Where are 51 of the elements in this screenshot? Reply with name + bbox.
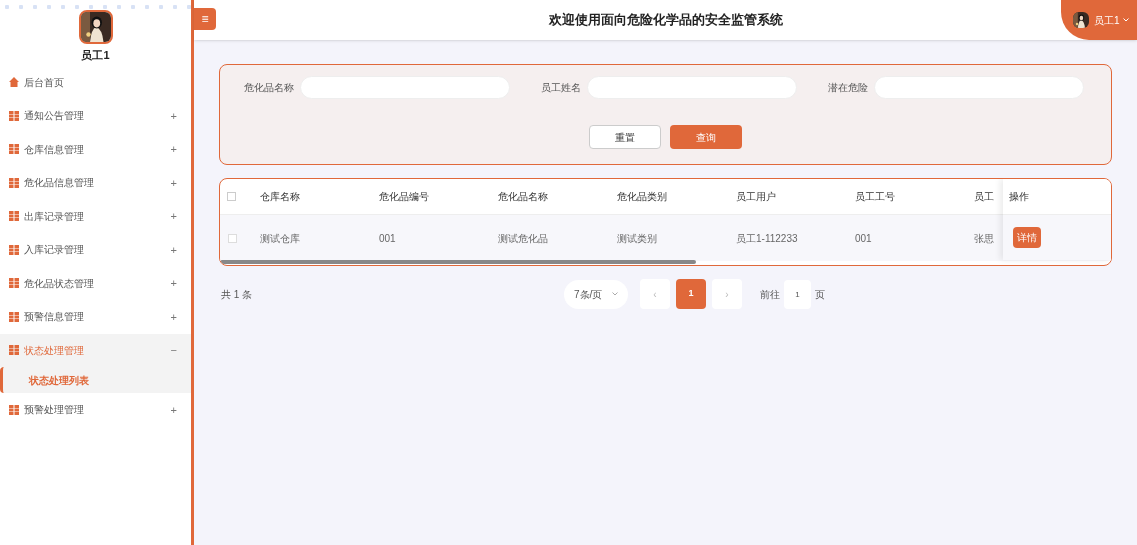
table-cell-text: 001 [379, 231, 397, 246]
column-header: 危化品名称 [498, 190, 549, 204]
sidebar-item[interactable]: 预警处理管理 + [0, 393, 191, 427]
sidebar-item[interactable]: 危化品状态管理 + [0, 266, 191, 300]
sidebar-item[interactable]: 出库记录管理 + [0, 199, 191, 233]
page-title: 欢迎使用面向危险化学品的安全监管系统 [548, 11, 783, 30]
table-cell-text: 测试危化品 [498, 231, 549, 246]
sidebar-item[interactable]: 入库记录管理 + [0, 233, 191, 267]
sidebar-item[interactable]: 危化品信息管理 + [0, 166, 191, 200]
grid-icon [9, 144, 19, 155]
table-cell-text: 测试仓库 [260, 231, 301, 246]
sidebar-item[interactable]: 通知公告管理 + [0, 99, 191, 133]
grid-icon [9, 404, 19, 415]
grid-icon [9, 278, 19, 289]
scrollbar[interactable] [220, 260, 696, 264]
field-label: 潜在危险 [828, 81, 868, 95]
sidebar-item[interactable]: 仓库信息管理 + [0, 132, 191, 166]
chevron-down-icon [1122, 18, 1129, 22]
grid-icon [9, 311, 19, 322]
grid-icon [9, 177, 19, 188]
page-size-select[interactable]: 7条/页 [564, 279, 628, 309]
grid-icon [9, 211, 19, 222]
table-cell-text: 测试类别 [617, 231, 658, 246]
grid-icon [9, 110, 19, 121]
column-header: 操作 [1009, 190, 1029, 204]
column-header: 危化品编号 [379, 190, 430, 204]
field-label: 员工姓名 [541, 81, 581, 95]
table-cell-text: 张思 [974, 231, 994, 246]
total-count: 共 1 条 [220, 287, 254, 302]
chevron-down-icon [612, 292, 618, 296]
column-header: 员工用户 [736, 190, 777, 204]
goto-label: 前往 [760, 287, 780, 302]
grid-icon [9, 244, 19, 255]
sidebar-item[interactable]: 后台首页 [0, 65, 191, 99]
page-suffix: 页 [815, 287, 825, 302]
page-input[interactable]: 1 [784, 279, 811, 309]
table-cell-text: 001 [855, 231, 873, 246]
reset-button[interactable]: 重置 [589, 125, 661, 149]
field-label: 危化品名称 [244, 81, 294, 95]
column-header: 员工工号 [855, 190, 896, 204]
sidebar-item[interactable]: 预警信息管理 + [0, 300, 191, 334]
checkbox[interactable] [228, 233, 237, 243]
sidebar-item[interactable]: 状态处理管理 − [0, 333, 191, 367]
user-name: 员工1 [81, 48, 110, 63]
grid-icon [9, 345, 19, 356]
checkbox[interactable] [227, 192, 236, 201]
column-header: 员工 [974, 190, 994, 204]
column-header: 危化品类别 [617, 190, 668, 204]
home-icon [9, 77, 19, 88]
table-cell-text: 员工1-112233 [736, 231, 799, 246]
column-header: 仓库名称 [260, 190, 301, 204]
